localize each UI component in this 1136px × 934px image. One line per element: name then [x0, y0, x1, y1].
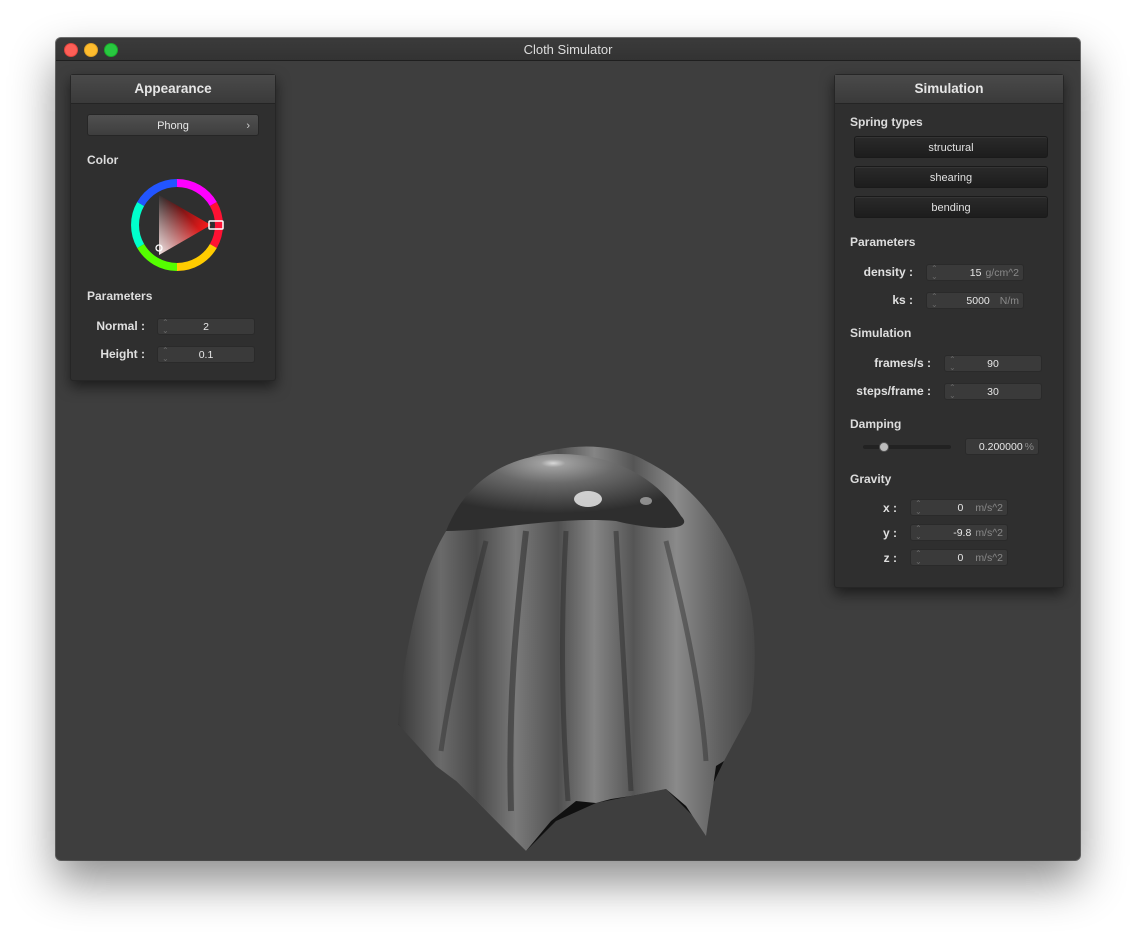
shader-dropdown[interactable]: Phong ›	[87, 114, 259, 136]
gravity-z-value: 0	[957, 552, 964, 564]
steps-input[interactable]: ⌃ ⌄ 30	[944, 383, 1042, 400]
bending-toggle-button[interactable]: bending	[854, 196, 1048, 218]
ks-input[interactable]: ⌃ ⌄ 5000 N/m	[926, 292, 1024, 309]
height-label: Height :	[100, 347, 145, 361]
stepper-icon[interactable]: ⌃ ⌄	[915, 525, 922, 541]
gravity-x-label: x :	[882, 501, 897, 515]
damping-value: 0.200000	[978, 441, 1023, 453]
density-label: density :	[863, 265, 913, 279]
damping-label: Damping	[850, 417, 902, 431]
steps-label: steps/frame :	[856, 384, 931, 398]
ks-label: ks :	[892, 293, 913, 307]
damping-slider-track	[863, 445, 951, 449]
chevron-right-icon: ›	[246, 120, 250, 132]
damping-unit: %	[1024, 441, 1034, 453]
density-unit: g/cm^2	[985, 267, 1019, 279]
gravity-x-unit: m/s^2	[975, 502, 1003, 514]
stepper-icon[interactable]: ⌃ ⌄	[931, 293, 938, 309]
normal-input[interactable]: ⌃ ⌄ 2	[157, 318, 255, 335]
gravity-z-label: z :	[883, 551, 897, 565]
color-section-label: Color	[87, 153, 119, 167]
frames-label: frames/s :	[874, 356, 931, 370]
appearance-panel: Appearance Phong › Color Parameters Norm…	[70, 74, 276, 381]
height-input[interactable]: ⌃ ⌄ 0.1	[157, 346, 255, 363]
sim-parameters-label: Parameters	[850, 235, 916, 249]
stepper-icon[interactable]: ⌃ ⌄	[915, 500, 922, 516]
stepper-icon[interactable]: ⌃ ⌄	[915, 550, 922, 566]
height-value: 0.1	[198, 349, 214, 361]
stepper-icon[interactable]: ⌃ ⌄	[931, 265, 938, 281]
gravity-y-unit: m/s^2	[975, 527, 1003, 539]
gravity-y-value: -9.8	[953, 527, 972, 539]
steps-value: 30	[987, 386, 999, 398]
color-wheel[interactable]	[127, 175, 227, 275]
spring-types-label: Spring types	[850, 115, 923, 129]
gravity-z-input[interactable]: ⌃ ⌄ 0 m/s^2	[910, 549, 1008, 566]
gravity-label: Gravity	[850, 472, 892, 486]
structural-toggle-button[interactable]: structural	[854, 136, 1048, 158]
density-value: 15	[969, 267, 982, 279]
damping-slider-knob[interactable]	[878, 442, 889, 452]
window-title: Cloth Simulator	[523, 42, 613, 57]
gravity-y-input[interactable]: ⌃ ⌄ -9.8 m/s^2	[910, 524, 1008, 541]
normal-value: 2	[203, 321, 209, 333]
gravity-y-label: y :	[882, 526, 897, 540]
title-bar: Cloth Simulator	[56, 38, 1080, 61]
gravity-z-unit: m/s^2	[975, 552, 1003, 564]
frames-input[interactable]: ⌃ ⌄ 90	[944, 355, 1042, 372]
render-viewport[interactable]: Appearance Phong › Color Parameters Norm…	[56, 61, 1080, 860]
gravity-x-value: 0	[957, 502, 964, 514]
density-input[interactable]: ⌃ ⌄ 15 g/cm^2	[926, 264, 1024, 281]
appearance-panel-title: Appearance	[71, 75, 275, 104]
appearance-parameters-label: Parameters	[87, 289, 153, 303]
frames-value: 90	[987, 358, 999, 370]
shearing-toggle-button[interactable]: shearing	[854, 166, 1048, 188]
gravity-x-input[interactable]: ⌃ ⌄ 0 m/s^2	[910, 499, 1008, 516]
simulation-panel-title: Simulation	[835, 75, 1063, 104]
ks-unit: N/m	[999, 295, 1019, 307]
simulation-panel: Simulation Spring types structural shear…	[834, 74, 1064, 588]
ks-value: 5000	[966, 295, 990, 307]
normal-label: Normal :	[96, 319, 145, 333]
shader-dropdown-value: Phong	[157, 120, 189, 132]
app-window: Cloth Simulator Appearance Phong › Color…	[56, 38, 1080, 860]
damping-slider[interactable]	[863, 442, 951, 452]
simulation-section-label: Simulation	[850, 326, 912, 340]
damping-input[interactable]: 0.200000%	[965, 438, 1039, 455]
